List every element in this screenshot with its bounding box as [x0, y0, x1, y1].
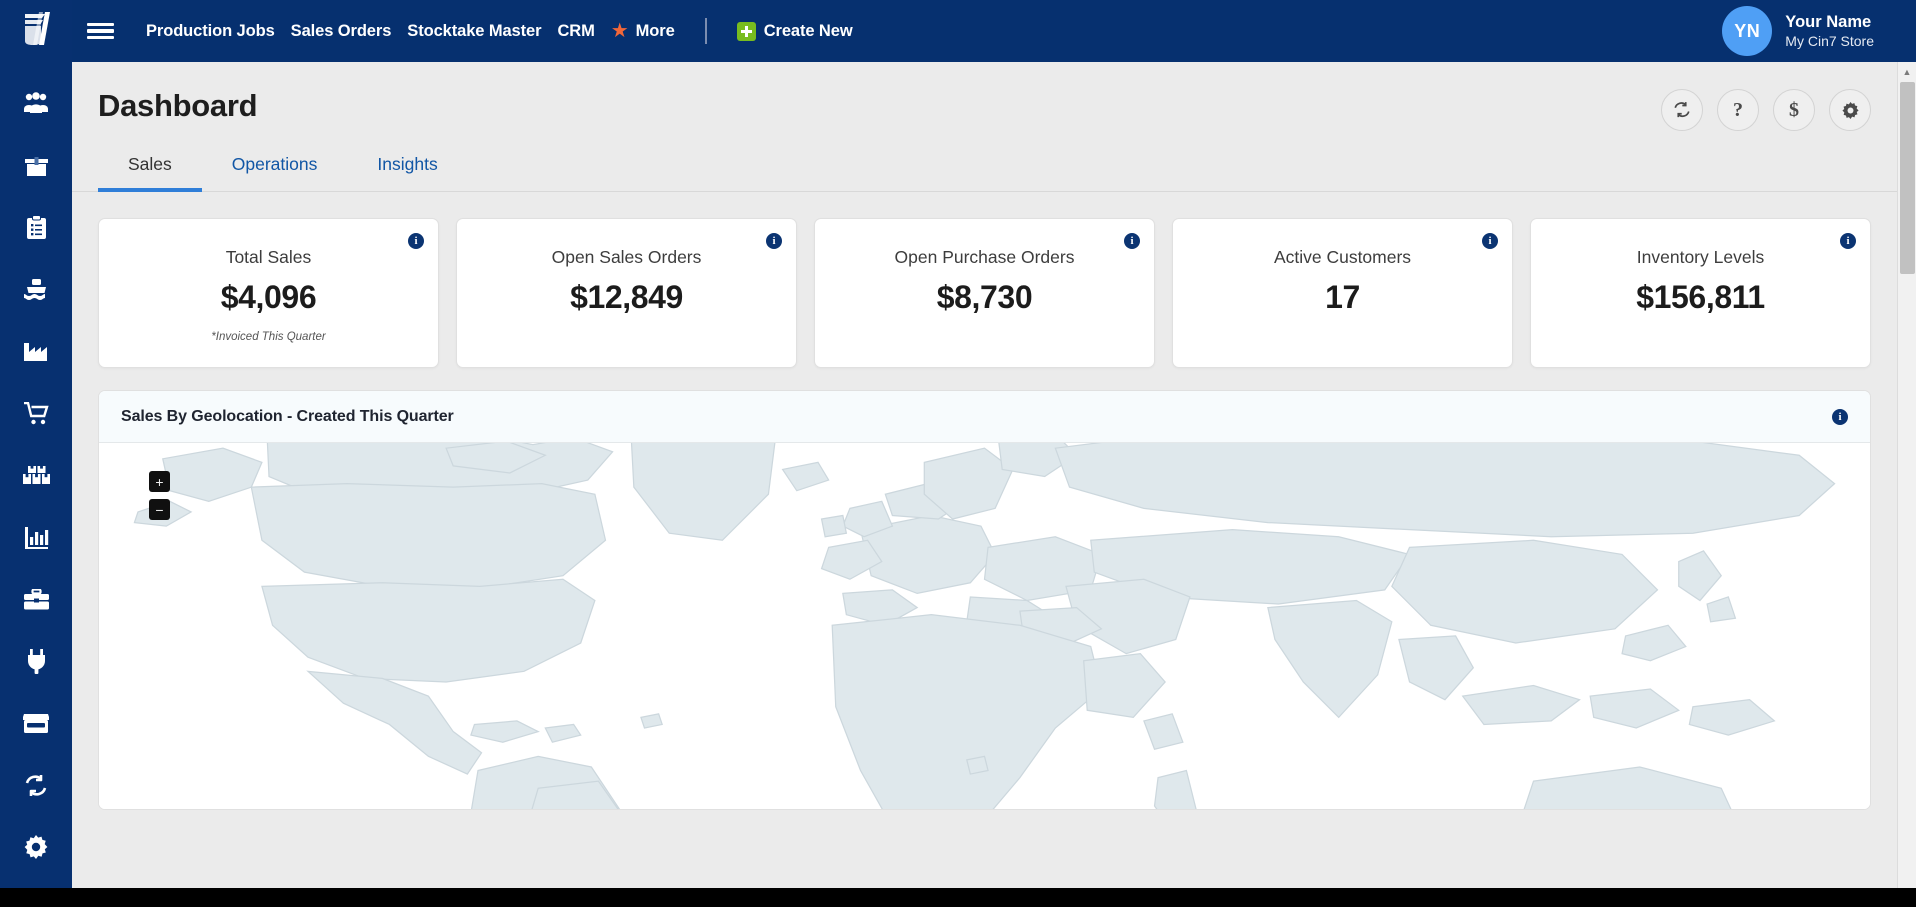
sidebar-item-store[interactable] — [0, 692, 72, 754]
map-zoom-in-button[interactable]: + — [149, 471, 170, 492]
user-name: Your Name — [1785, 12, 1874, 33]
sidebar-item-shipping[interactable] — [0, 258, 72, 320]
sidebar-item-sync[interactable] — [0, 754, 72, 816]
help-button[interactable]: ? — [1717, 89, 1759, 131]
sidebar-item-stock[interactable] — [0, 444, 72, 506]
kpi-card-inventory-levels[interactable]: i Inventory Levels $156,811 — [1530, 218, 1871, 368]
kpi-card-active-customers[interactable]: i Active Customers 17 — [1172, 218, 1513, 368]
map-zoom-out-button[interactable]: − — [149, 499, 170, 520]
kpi-value: $156,811 — [1636, 279, 1765, 316]
info-icon[interactable]: i — [408, 233, 424, 249]
page-actions: ? $ — [1661, 89, 1871, 131]
star-icon: ★ — [611, 21, 629, 41]
kpi-value: 17 — [1325, 279, 1360, 316]
top-navigation-bar: Production Jobs Sales Orders Stocktake M… — [72, 0, 1916, 62]
nav-item-more[interactable]: ★ More — [611, 21, 675, 41]
panel-title: Sales By Geolocation - Created This Quar… — [121, 408, 454, 426]
kpi-label: Total Sales — [226, 247, 312, 268]
kpi-card-open-purchase-orders[interactable]: i Open Purchase Orders $8,730 — [814, 218, 1155, 368]
currency-button[interactable]: $ — [1773, 89, 1815, 131]
nav-item-crm[interactable]: CRM — [557, 22, 594, 41]
left-sidebar — [0, 0, 72, 888]
plus-square-icon — [737, 22, 756, 41]
page-scrollbar[interactable]: ▲ — [1897, 62, 1916, 888]
kpi-card-open-sales-orders[interactable]: i Open Sales Orders $12,849 — [456, 218, 797, 368]
kpi-value: $12,849 — [570, 279, 683, 316]
kpi-note: *Invoiced This Quarter — [211, 331, 325, 343]
dashboard-tabs: Sales Operations Insights — [72, 124, 1897, 192]
user-menu[interactable]: YN Your Name My Cin7 Store — [1722, 6, 1916, 56]
map-zoom-controls: + − — [149, 471, 170, 527]
sidebar-bottom-items — [0, 754, 72, 888]
tab-operations[interactable]: Operations — [202, 146, 348, 192]
avatar: YN — [1722, 6, 1772, 56]
kpi-label: Active Customers — [1274, 247, 1411, 268]
sidebar-item-orders[interactable] — [0, 196, 72, 258]
sidebar-item-products[interactable] — [0, 134, 72, 196]
nav-item-sales-orders[interactable]: Sales Orders — [291, 22, 392, 41]
sidebar-item-customers[interactable] — [0, 72, 72, 134]
page-title: Dashboard — [72, 62, 1897, 124]
refresh-button[interactable] — [1661, 89, 1703, 131]
user-store: My Cin7 Store — [1785, 32, 1874, 50]
nav-divider — [705, 18, 707, 44]
tab-insights[interactable]: Insights — [347, 146, 467, 192]
sidebar-items — [0, 56, 72, 754]
dollar-icon: $ — [1789, 99, 1799, 122]
scroll-up-arrow[interactable]: ▲ — [1898, 62, 1916, 81]
app-window: Production Jobs Sales Orders Stocktake M… — [0, 0, 1916, 888]
kpi-value: $8,730 — [937, 279, 1032, 316]
nav-item-stocktake-master[interactable]: Stocktake Master — [407, 22, 541, 41]
main-content: Dashboard ? $ Sales Operations Insights … — [72, 62, 1897, 888]
hamburger-icon[interactable] — [72, 19, 128, 42]
kpi-value: $4,096 — [221, 279, 316, 316]
sidebar-item-integrations[interactable] — [0, 630, 72, 692]
info-icon[interactable]: i — [766, 233, 782, 249]
info-icon[interactable]: i — [1840, 233, 1856, 249]
sidebar-item-purchases[interactable] — [0, 382, 72, 444]
nav-item-production-jobs[interactable]: Production Jobs — [146, 22, 275, 41]
info-icon[interactable]: i — [1124, 233, 1140, 249]
scrollbar-thumb[interactable] — [1900, 82, 1915, 274]
create-new-button[interactable]: Create New — [737, 22, 853, 41]
kpi-label: Open Purchase Orders — [895, 247, 1075, 268]
kpi-label: Inventory Levels — [1637, 247, 1764, 268]
question-icon: ? — [1733, 99, 1743, 122]
kpi-card-total-sales[interactable]: i Total Sales $4,096 *Invoiced This Quar… — [98, 218, 439, 368]
nav-more-label: More — [636, 22, 675, 41]
primary-nav: Production Jobs Sales Orders Stocktake M… — [146, 18, 853, 44]
create-new-label: Create New — [764, 22, 853, 41]
info-icon[interactable]: i — [1832, 409, 1848, 425]
settings-button[interactable] — [1829, 89, 1871, 131]
sidebar-item-reports[interactable] — [0, 506, 72, 568]
window-bottom-edge — [0, 888, 1916, 907]
cin7-logo[interactable] — [0, 0, 72, 56]
map-graphic — [99, 443, 1870, 810]
kpi-card-row: i Total Sales $4,096 *Invoiced This Quar… — [72, 192, 1897, 368]
sidebar-item-settings[interactable] — [0, 816, 72, 878]
sidebar-item-accounting[interactable] — [0, 568, 72, 630]
world-map[interactable]: + − — [99, 443, 1870, 810]
info-icon[interactable]: i — [1482, 233, 1498, 249]
kpi-label: Open Sales Orders — [552, 247, 702, 268]
sidebar-item-production[interactable] — [0, 320, 72, 382]
panel-header: Sales By Geolocation - Created This Quar… — [99, 391, 1870, 443]
sales-by-geolocation-panel: Sales By Geolocation - Created This Quar… — [98, 390, 1871, 810]
tab-sales[interactable]: Sales — [98, 146, 202, 192]
